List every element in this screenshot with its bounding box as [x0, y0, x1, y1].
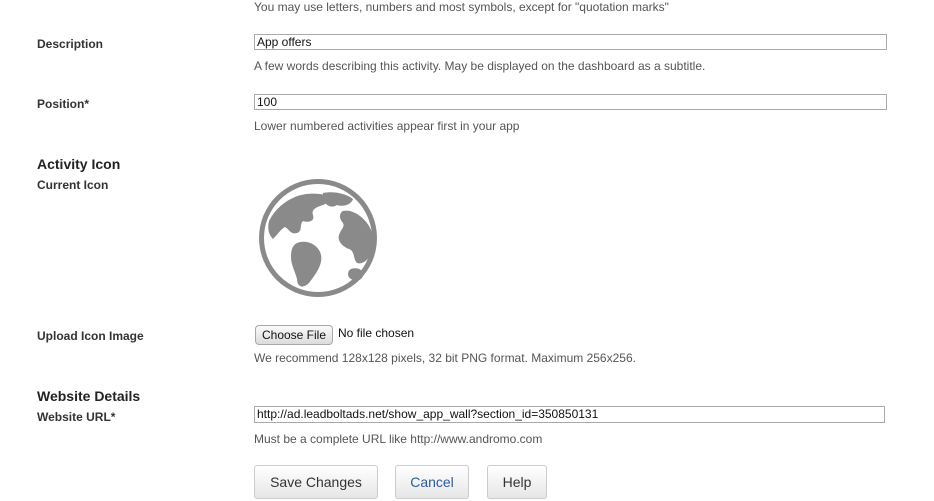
website-details-section-title: Website Details — [37, 388, 141, 404]
website-url-input[interactable]: http://ad.leadboltads.net/show_app_wall?… — [254, 406, 885, 423]
position-hint: Lower numbered activities appear first i… — [254, 119, 520, 133]
description-input[interactable]: App offers — [254, 34, 887, 50]
description-hint: A few words describing this activity. Ma… — [254, 59, 706, 73]
website-url-hint: Must be a complete URL like http://www.a… — [254, 432, 543, 446]
description-label: Description — [37, 37, 104, 51]
save-changes-button[interactable]: Save Changes — [254, 465, 378, 499]
position-label: Position* — [37, 97, 90, 111]
help-button[interactable]: Help — [487, 465, 547, 499]
position-input[interactable]: 100 — [254, 94, 887, 110]
globe-icon — [259, 179, 379, 299]
file-status: No file chosen — [338, 326, 415, 340]
cancel-button[interactable]: Cancel — [395, 465, 469, 499]
upload-icon-label: Upload Icon Image — [37, 329, 144, 343]
name-field-hint: You may use letters, numbers and most sy… — [254, 0, 669, 14]
upload-hint: We recommend 128x128 pixels, 32 bit PNG … — [254, 351, 636, 365]
activity-icon-section-title: Activity Icon — [37, 156, 121, 172]
current-icon-label: Current Icon — [37, 178, 109, 192]
website-url-label: Website URL* — [37, 410, 116, 424]
choose-file-button[interactable]: Choose File — [255, 325, 333, 345]
